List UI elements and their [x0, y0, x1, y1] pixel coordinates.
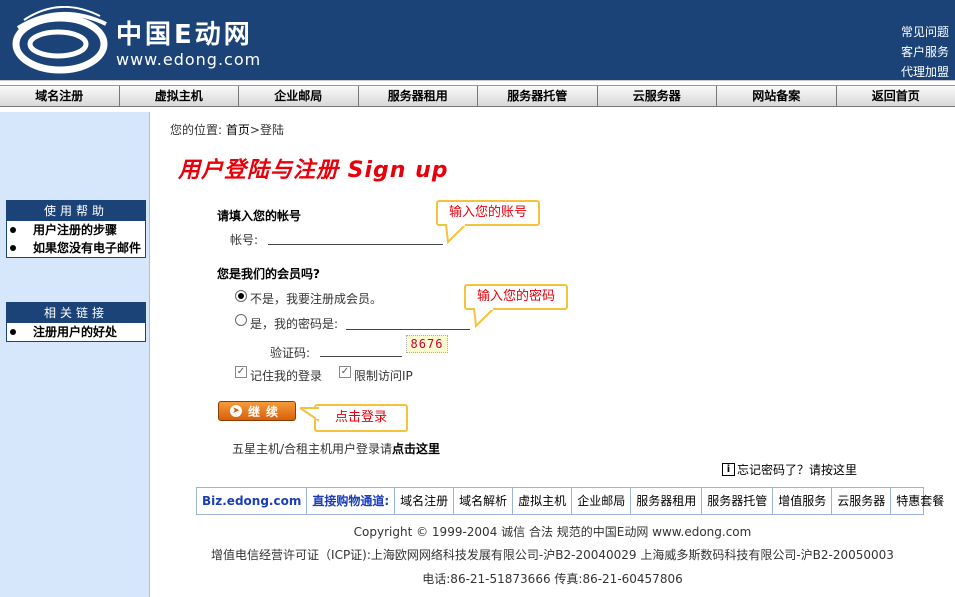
- arrow-right-icon: ➤: [229, 405, 242, 417]
- callout-login: 点击登录: [300, 404, 408, 432]
- footer-shopping-bar: Biz.edong.com 直接购物通道: 域名注册 域名解析 虚拟主机 企业邮…: [196, 487, 944, 515]
- radio-member-label: 是，我的密码是:: [250, 317, 339, 331]
- top-link-service[interactable]: 客户服务: [901, 42, 949, 62]
- password-input[interactable]: [346, 314, 470, 330]
- radio-member[interactable]: [235, 314, 247, 326]
- breadcrumb-separator: >: [249, 123, 260, 137]
- top-links: 常见问题 客户服务 代理加盟: [901, 22, 949, 82]
- bullet-icon: [10, 329, 16, 335]
- sidebar: 使用帮助 用户注册的步骤 如果您没有电子邮件 相关链接 注册用户的好处: [0, 112, 150, 597]
- footer-link-server-hosting[interactable]: 服务器托管: [702, 488, 774, 514]
- info-icon: i: [722, 463, 735, 476]
- footer-link-dns[interactable]: 域名解析: [454, 488, 514, 514]
- links-item-benefits[interactable]: 注册用户的好处: [7, 323, 145, 341]
- nav-domain[interactable]: 域名注册: [0, 86, 120, 106]
- captcha-image[interactable]: 8676: [406, 335, 448, 353]
- breadcrumb-current: 登陆: [259, 123, 284, 137]
- footer-link-value-added[interactable]: 增值服务: [773, 488, 833, 514]
- five-star-link[interactable]: 点击这里: [392, 442, 440, 456]
- links-item-label: 注册用户的好处: [33, 325, 118, 339]
- captcha-label: 验证码:: [270, 346, 311, 360]
- nav-mail[interactable]: 企业邮局: [239, 86, 359, 106]
- limit-ip-label: 限制访问IP: [354, 369, 413, 383]
- callout-tail-icon: [300, 407, 320, 422]
- callout-account: 输入您的账号: [436, 200, 540, 244]
- nav-cloud[interactable]: 云服务器: [598, 86, 717, 106]
- links-box-title: 相关链接: [7, 303, 145, 323]
- bullet-icon: [10, 227, 16, 233]
- footer-copyright: Copyright © 1999-2004 诚信 合法 规范的中国E动网 www…: [353, 525, 752, 539]
- page-title: 用户登陆与注册 Sign up: [178, 158, 449, 183]
- footer-link-domain[interactable]: 域名注册: [395, 488, 455, 514]
- member-heading: 您是我们的会员吗?: [217, 267, 320, 281]
- footer-channel-label: 直接购物通道:: [307, 488, 396, 514]
- breadcrumb: 您的位置: 首页>登陆: [170, 121, 284, 138]
- captcha-input[interactable]: [320, 341, 402, 357]
- callout-tail-icon: [444, 224, 468, 244]
- footer-link-mail[interactable]: 企业邮局: [572, 488, 632, 514]
- account-heading: 请填入您的帐号: [217, 209, 302, 223]
- five-star-login: 五星主机/合租主机用户登录请点击这里: [232, 440, 440, 457]
- footer-link-virtual-host[interactable]: 虚拟主机: [513, 488, 573, 514]
- breadcrumb-home-link[interactable]: 首页: [226, 123, 250, 137]
- help-item-no-email[interactable]: 如果您没有电子邮件: [7, 239, 145, 257]
- continue-button[interactable]: ➤ 继续: [218, 401, 296, 421]
- help-item-label: 如果您没有电子邮件: [33, 241, 142, 255]
- footer-icp: 增值电信经营许可证（ICP证):上海欧网网络科技发展有限公司-沪B2-20040…: [211, 548, 894, 562]
- footer-contact: 电话:86-21-51873666 传真:86-21-60457806: [422, 572, 683, 586]
- help-box: 使用帮助 用户注册的步骤 如果您没有电子邮件: [6, 200, 146, 258]
- site-header: 中国E动网 www.edong.com 常见问题 客户服务 代理加盟: [0, 0, 955, 80]
- continue-button-label: 继续: [247, 404, 284, 419]
- callout-login-text: 点击登录: [334, 410, 387, 425]
- forgot-password-link[interactable]: i 忘记密码了？请按这里: [722, 461, 857, 478]
- breadcrumb-prefix: 您的位置:: [170, 123, 223, 137]
- footer-link-special[interactable]: 特惠套餐: [891, 488, 949, 514]
- five-star-text: 五星主机/合租主机用户登录请: [232, 442, 393, 456]
- brand-url[interactable]: www.edong.com: [116, 50, 261, 69]
- help-item-label: 用户注册的步骤: [33, 223, 118, 237]
- links-box: 相关链接 注册用户的好处: [6, 302, 146, 342]
- help-item-register-steps[interactable]: 用户注册的步骤: [7, 221, 145, 239]
- nav-virtual-host[interactable]: 虚拟主机: [120, 86, 239, 106]
- footer-link-cloud[interactable]: 云服务器: [832, 488, 892, 514]
- account-input[interactable]: [268, 229, 443, 245]
- bullet-icon: [10, 245, 16, 251]
- remember-label: 记住我的登录: [250, 369, 323, 383]
- forgot-password-text: 忘记密码了？请按这里: [737, 463, 858, 477]
- footer-brand-link[interactable]: Biz.edong.com: [197, 488, 308, 514]
- nav-icp[interactable]: 网站备案: [717, 86, 837, 106]
- edong-logo-icon[interactable]: [10, 6, 110, 76]
- callout-password: 输入您的密码: [464, 284, 568, 328]
- radio-not-member-label: 不是，我要注册成会员。: [250, 292, 383, 306]
- callout-tail-icon: [472, 308, 496, 328]
- callout-account-text: 输入您的账号: [448, 205, 527, 220]
- remember-checkbox[interactable]: ✓: [235, 366, 247, 378]
- footer-link-server-rent[interactable]: 服务器租用: [631, 488, 703, 514]
- callout-password-text: 输入您的密码: [476, 289, 555, 304]
- limit-ip-checkbox[interactable]: ✓: [339, 366, 351, 378]
- top-link-faq[interactable]: 常见问题: [901, 22, 949, 42]
- main-nav: 域名注册 虚拟主机 企业邮局 服务器租用 服务器托管 云服务器 网站备案 返回首…: [0, 80, 955, 110]
- nav-server-hosting[interactable]: 服务器托管: [478, 86, 598, 106]
- help-box-title: 使用帮助: [7, 201, 145, 221]
- brand-name-cn[interactable]: 中国E动网: [116, 14, 253, 51]
- nav-home[interactable]: 返回首页: [837, 86, 955, 106]
- top-link-agent[interactable]: 代理加盟: [901, 62, 949, 82]
- nav-server-rent[interactable]: 服务器租用: [359, 86, 478, 106]
- account-label: 帐号:: [230, 233, 259, 247]
- radio-not-member[interactable]: [235, 290, 247, 302]
